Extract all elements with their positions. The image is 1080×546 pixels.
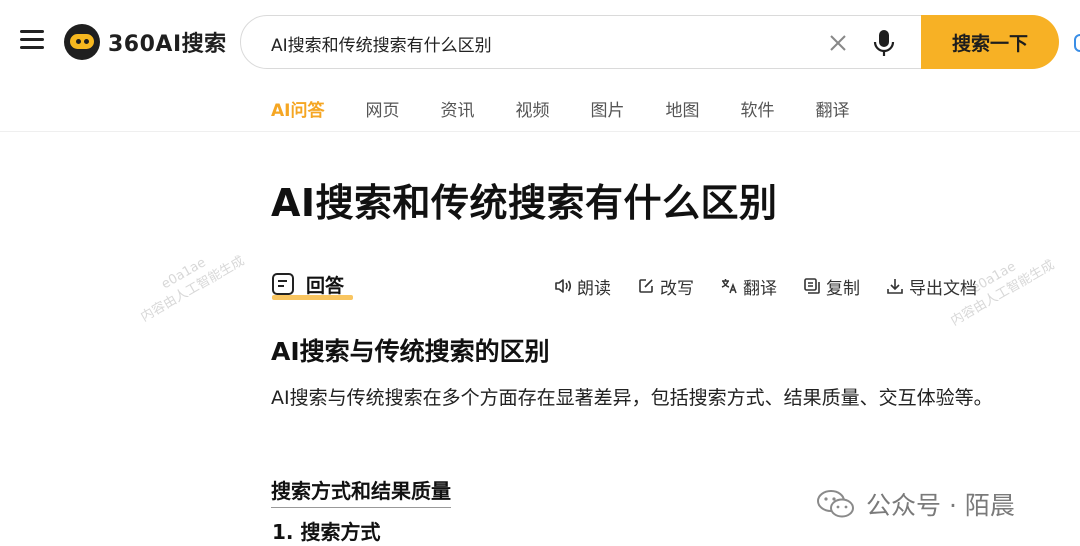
sub-heading: 搜索方式和结果质量	[271, 475, 451, 508]
copy-button[interactable]: 复制	[803, 274, 860, 299]
divider	[0, 131, 1080, 132]
tab-video[interactable]: 视频	[515, 96, 549, 126]
menu-icon[interactable]	[20, 30, 44, 52]
logo[interactable]: 360AI搜索	[64, 22, 227, 62]
translate-icon	[721, 279, 737, 294]
answer-icon	[272, 273, 294, 295]
page-title: AI搜索和传统搜索有什么区别	[271, 181, 778, 225]
read-aloud-button[interactable]: 朗读	[554, 274, 611, 299]
edge-icon[interactable]	[1074, 34, 1080, 52]
tab-maps[interactable]: 地图	[665, 96, 699, 126]
header: 360AI搜索 搜索一下	[0, 0, 1080, 88]
rewrite-button[interactable]: 改写	[637, 274, 694, 299]
copy-icon	[804, 278, 820, 294]
export-icon	[887, 279, 903, 294]
translate-button[interactable]: 翻译	[720, 274, 777, 299]
search-box: 搜索一下	[240, 15, 1059, 70]
logo-text: 360AI搜索	[108, 32, 227, 57]
answer-actions: 朗读 改写 翻译 复制 导出文档	[554, 272, 977, 300]
tab-news[interactable]: 资讯	[440, 96, 474, 126]
nav-tabs: AI问答 网页 资讯 视频 图片 地图 软件 翻译	[271, 96, 890, 126]
watermark-left: e0a1ae 内容由人工智能生成	[138, 253, 248, 326]
item-heading: 1. 搜索方式	[272, 520, 381, 544]
speaker-icon	[555, 279, 572, 293]
search-input[interactable]	[271, 16, 811, 70]
section-title: AI搜索与传统搜索的区别	[271, 337, 550, 366]
tab-translate[interactable]: 翻译	[815, 96, 849, 126]
edit-icon	[639, 279, 653, 293]
microphone-icon[interactable]	[873, 29, 895, 57]
tab-images[interactable]: 图片	[590, 96, 624, 126]
clear-icon[interactable]	[828, 33, 848, 53]
wechat-watermark: 公众号 · 陌晨	[816, 486, 1015, 522]
tab-web[interactable]: 网页	[365, 96, 399, 126]
wechat-label: 公众号 · 陌晨	[866, 491, 1015, 520]
export-document-button[interactable]: 导出文档	[886, 274, 977, 299]
search-button[interactable]: 搜索一下	[921, 15, 1059, 69]
answer-label: 回答	[306, 274, 345, 297]
wechat-icon	[817, 490, 854, 518]
tab-software[interactable]: 软件	[740, 96, 774, 126]
answer-paragraph: AI搜索与传统搜索在多个方面存在显著差异，包括搜索方式、结果质量、交互体验等。	[271, 387, 993, 409]
tab-ai-qa[interactable]: AI问答	[271, 96, 324, 126]
answer-underline	[272, 295, 353, 300]
logo-icon	[64, 24, 100, 60]
